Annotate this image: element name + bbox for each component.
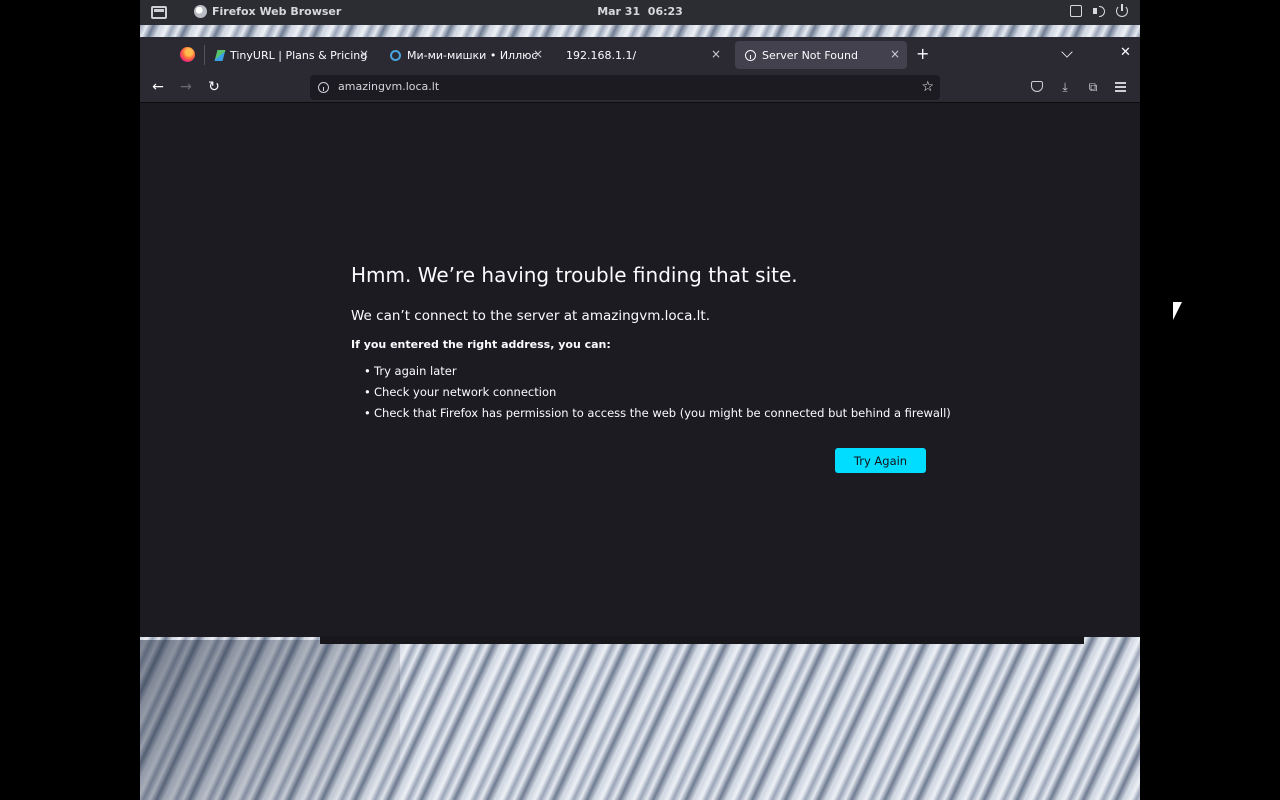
power-icon[interactable]	[1116, 4, 1128, 17]
info-icon	[745, 49, 756, 61]
try-again-button[interactable]: Try Again	[835, 448, 926, 473]
error-page: Hmm. We’re having trouble finding that s…	[140, 103, 1140, 637]
reload-icon[interactable]: ↻	[206, 79, 222, 95]
bookmark-star-icon[interactable]: ☆	[921, 79, 934, 95]
close-icon[interactable]: ×	[710, 48, 722, 60]
tab-server-not-found[interactable]: Server Not Found ×	[735, 41, 907, 69]
tinyurl-icon	[214, 49, 226, 61]
clock[interactable]: Mar 31 06:23	[140, 5, 1140, 18]
list-item: Try again later	[364, 364, 951, 385]
tab-separator	[204, 45, 205, 65]
list-item: Check that Firefox has permission to acc…	[364, 406, 951, 427]
clock-time: 06:23	[647, 5, 683, 18]
close-icon[interactable]: ×	[532, 48, 544, 60]
tab-label: TinyURL | Plans & Pricing	[230, 48, 368, 62]
window-shadow	[320, 636, 1084, 644]
firefox-window: TinyURL | Plans & Pricing × Ми-ми-мишки …	[140, 37, 1140, 637]
navigation-toolbar: ← → ↻ amazingvm.loca.lt ☆ ⤓ ⧉	[140, 72, 1140, 103]
tab-label: 192.168.1.1/	[566, 48, 637, 62]
screen-icon[interactable]	[1070, 5, 1082, 17]
desktop: Firefox Web Browser Mar 31 06:23 TinyURL…	[140, 0, 1140, 800]
system-top-bar: Firefox Web Browser Mar 31 06:23	[140, 0, 1140, 25]
url-text[interactable]: amazingvm.loca.lt	[338, 80, 439, 93]
tab-tinyurl[interactable]: TinyURL | Plans & Pricing ×	[206, 41, 376, 69]
suggestions-list: Try again later Check your network conne…	[364, 364, 951, 427]
site-info-icon[interactable]	[318, 82, 329, 93]
new-tab-plus-icon[interactable]: +	[916, 45, 929, 63]
pocket-icon[interactable]	[1031, 81, 1043, 92]
address-bar[interactable]: amazingvm.loca.lt ☆	[310, 75, 940, 100]
tab-label: Server Not Found	[762, 48, 858, 62]
list-item: Check your network connection	[364, 385, 951, 406]
tab-strip: TinyURL | Plans & Pricing × Ми-ми-мишки …	[140, 37, 1140, 72]
suggestions-heading: If you entered the right address, you ca…	[351, 338, 611, 351]
tab-mimimishki[interactable]: Ми-ми-мишки • Иллюстр ×	[380, 41, 550, 69]
close-icon[interactable]: ×	[358, 48, 370, 60]
tab-label: Ми-ми-мишки • Иллюстр	[407, 48, 537, 62]
tab-router[interactable]: 192.168.1.1/ ×	[556, 41, 728, 69]
window-close-icon[interactable]: ✕	[1120, 45, 1131, 60]
error-title: Hmm. We’re having trouble finding that s…	[351, 263, 798, 287]
extensions-icon[interactable]: ⧉	[1085, 79, 1101, 95]
chevron-down-icon[interactable]	[1061, 46, 1073, 58]
clock-date: Mar 31	[597, 5, 641, 18]
volume-icon[interactable]	[1093, 5, 1105, 17]
hamburger-menu-icon[interactable]	[1113, 79, 1129, 95]
firefox-logo-icon[interactable]	[180, 47, 195, 62]
error-description: We can’t connect to the server at amazin…	[351, 308, 710, 324]
system-tray[interactable]	[1070, 4, 1128, 17]
back-arrow-icon[interactable]: ←	[150, 79, 166, 95]
close-icon[interactable]: ×	[889, 48, 901, 60]
download-icon[interactable]: ⤓	[1057, 79, 1073, 95]
mouse-cursor-icon	[1173, 302, 1182, 320]
ring-icon	[390, 49, 401, 61]
forward-arrow-icon[interactable]: →	[178, 79, 194, 95]
